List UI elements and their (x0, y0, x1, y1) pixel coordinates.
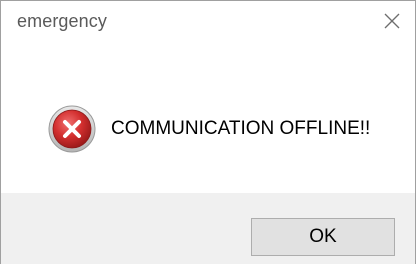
dialog-content: COMMUNICATION OFFLINE!! (1, 41, 415, 193)
title-bar: emergency (1, 1, 415, 41)
error-message: COMMUNICATION OFFLINE!! (111, 118, 371, 139)
close-icon (384, 13, 400, 29)
message-dialog: emergency COMMUNICATION OFFLINE!! OK (0, 0, 416, 264)
dialog-title: emergency (17, 11, 107, 31)
button-bar: OK (1, 193, 415, 264)
error-icon (48, 105, 96, 153)
ok-button[interactable]: OK (251, 218, 395, 256)
close-button[interactable] (369, 1, 415, 41)
